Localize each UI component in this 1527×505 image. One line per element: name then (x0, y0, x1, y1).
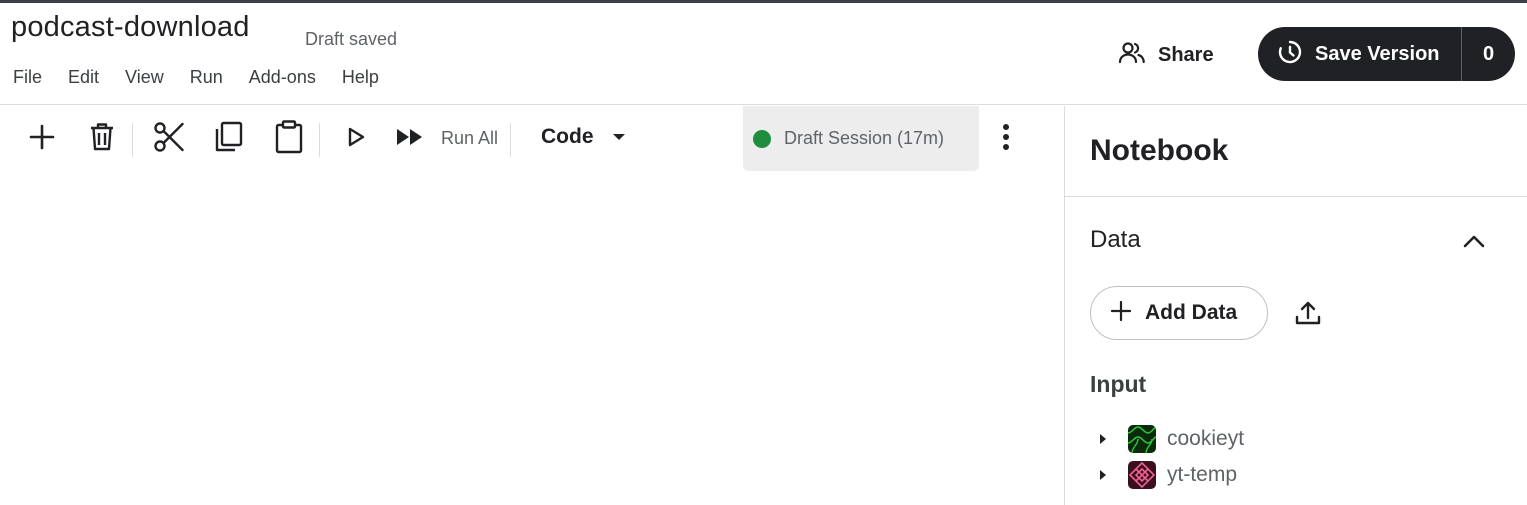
notebook-title[interactable]: podcast-download (11, 11, 250, 44)
cell-toolbar: Run All Code Draft Session (17m) (0, 106, 1063, 172)
plus-icon[interactable] (24, 119, 60, 155)
menu-file[interactable]: File (13, 67, 42, 91)
menu-run[interactable]: Run (190, 67, 223, 91)
caret-down-icon (612, 128, 626, 146)
scissors-icon[interactable] (151, 119, 187, 155)
session-label: Draft Session (17m) (784, 128, 945, 148)
chevron-up-icon[interactable] (1457, 224, 1491, 258)
dataset-thumbnail (1128, 461, 1156, 489)
toolbar-separator (132, 123, 133, 157)
dataset-thumbnail (1128, 425, 1156, 453)
save-version-button[interactable]: Save Version 0 (1258, 27, 1515, 81)
session-status[interactable]: Draft Session (17m) (743, 106, 979, 171)
input-section-title: Input (1090, 371, 1147, 397)
session-status-dot (753, 129, 771, 148)
input-item-cookieyt[interactable]: cookieyt (1095, 424, 1244, 454)
share-button[interactable]: Share (1118, 37, 1214, 73)
history-icon (1277, 39, 1303, 70)
clipboard-icon[interactable] (271, 119, 307, 155)
cell-type-label: Code (541, 125, 594, 148)
more-options-icon[interactable] (989, 119, 1023, 155)
panel-divider (1065, 196, 1527, 197)
caret-right-icon[interactable] (1095, 467, 1111, 483)
panel-title: Notebook (1090, 134, 1229, 167)
menu-edit[interactable]: Edit (68, 67, 99, 91)
notebook-header: podcast-download Draft saved File Edit V… (0, 3, 1527, 105)
menu-help[interactable]: Help (342, 67, 379, 91)
input-item-yt-temp[interactable]: yt-temp (1095, 460, 1237, 490)
toolbar-separator (319, 123, 320, 157)
add-data-button[interactable]: Add Data (1090, 286, 1268, 340)
draft-status: Draft saved (305, 29, 398, 49)
fast-forward-icon[interactable] (392, 119, 428, 155)
input-name: yt-temp (1167, 463, 1238, 486)
menu-bar: File Edit View Run Add-ons Help (0, 67, 392, 91)
version-count[interactable]: 0 (1462, 43, 1515, 66)
share-label: Share (1158, 43, 1214, 66)
trash-icon[interactable] (84, 119, 120, 155)
plus-icon (1110, 300, 1132, 326)
play-icon[interactable] (338, 119, 374, 155)
save-version-main[interactable]: Save Version (1258, 27, 1461, 81)
caret-right-icon[interactable] (1095, 431, 1111, 447)
save-version-label: Save Version (1315, 42, 1440, 65)
people-icon (1118, 41, 1146, 70)
cell-type-dropdown[interactable]: Code (541, 125, 626, 149)
notebook-side-panel: Notebook Data Add Data Input cookieyt yt… (1064, 106, 1527, 505)
copy-icon[interactable] (210, 119, 246, 155)
toolbar-separator (510, 123, 511, 157)
input-name: cookieyt (1167, 427, 1245, 450)
upload-icon[interactable] (1291, 296, 1325, 330)
data-section-title[interactable]: Data (1090, 226, 1141, 254)
menu-add-ons[interactable]: Add-ons (249, 67, 316, 91)
run-all-button[interactable]: Run All (441, 128, 498, 149)
menu-view[interactable]: View (125, 67, 164, 91)
add-data-label: Add Data (1145, 301, 1238, 324)
